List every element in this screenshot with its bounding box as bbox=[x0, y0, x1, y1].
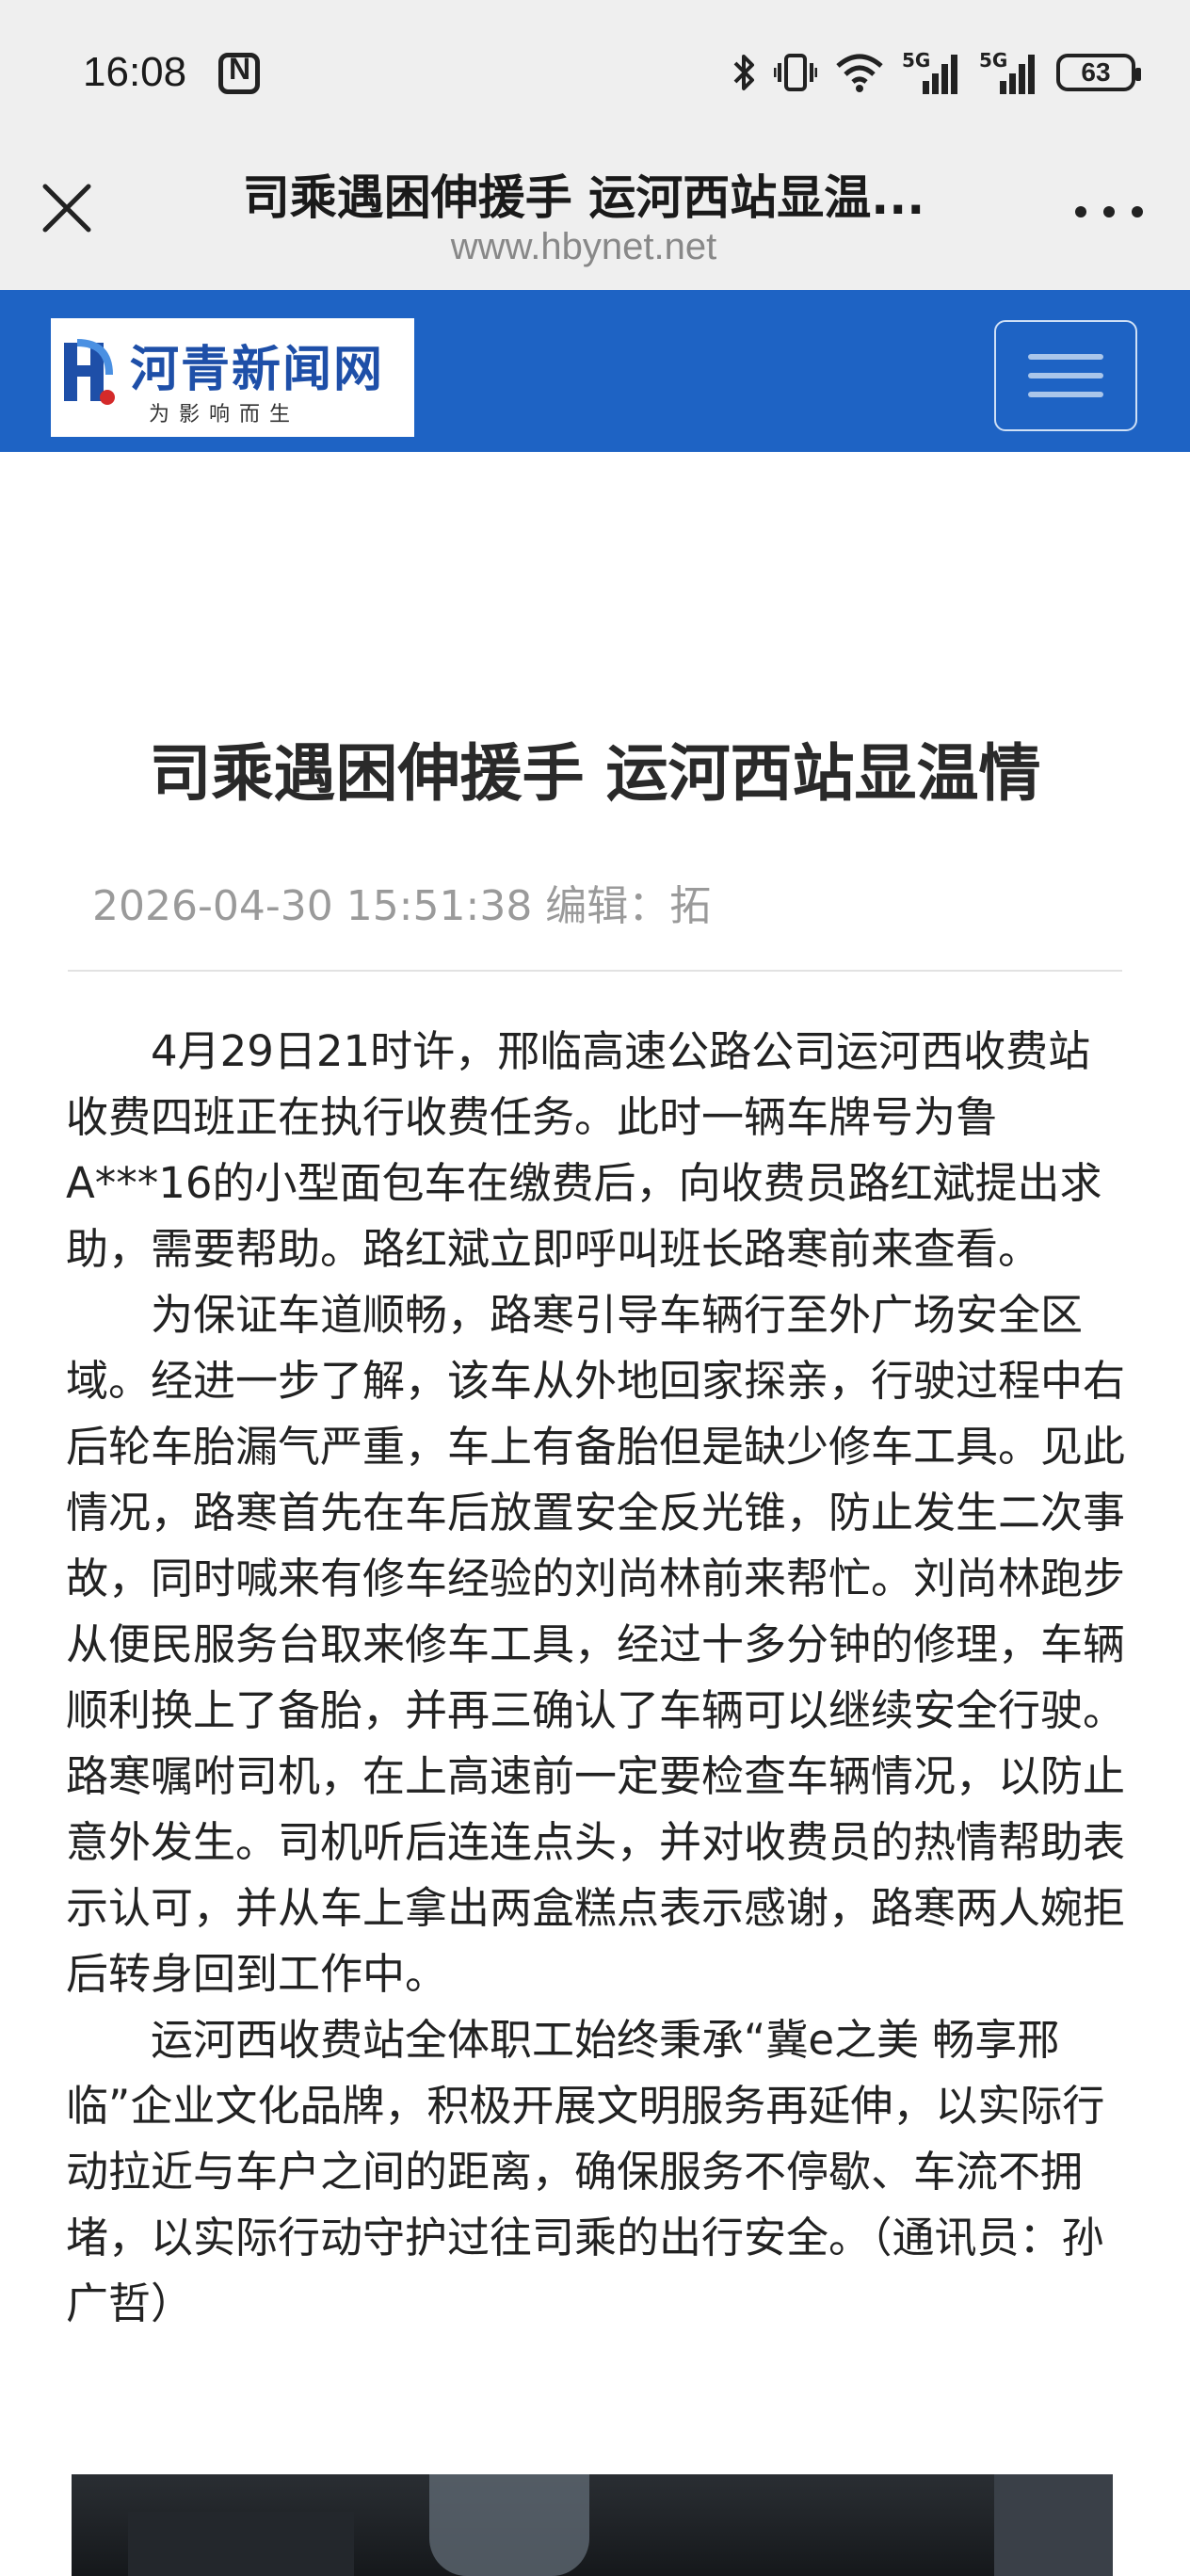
signal-icon-1: 5G bbox=[902, 49, 962, 96]
logo-slogan: 为影响而生 bbox=[149, 403, 300, 427]
status-time: 16:08 bbox=[83, 49, 187, 95]
browser-url[interactable]: www.hbynet.net bbox=[160, 226, 1007, 268]
article-paragraph: 运河西收费站全体职工始终秉承“冀e之美 畅享邢临”企业文化品牌，积极开展文明服务… bbox=[66, 2015, 1105, 2328]
logo-mark-icon bbox=[64, 339, 115, 405]
divider bbox=[68, 970, 1122, 972]
nfc-icon bbox=[218, 52, 260, 94]
article-paragraph: 4月29日21时许，邢临高速公路公司运河西收费站收费四班正在执行收费任务。此时一… bbox=[66, 1026, 1102, 1274]
close-button[interactable] bbox=[34, 175, 100, 241]
bluetooth-icon bbox=[732, 49, 757, 96]
battery-icon: 63 bbox=[1056, 54, 1141, 91]
vibrate-icon bbox=[774, 49, 817, 96]
article-title: 司乘遇困伸援手 运河西站显温情 bbox=[149, 737, 1041, 810]
article-meta: 2026-04-30 15:51:38 编辑：拓 bbox=[92, 882, 712, 930]
battery-level: 63 bbox=[1081, 57, 1111, 87]
more-button[interactable] bbox=[1075, 198, 1143, 226]
hamburger-menu-icon bbox=[1028, 354, 1103, 360]
browser-page-title: 司乘遇困伸援手 运河西站显温... bbox=[242, 170, 925, 225]
menu-button[interactable] bbox=[994, 320, 1137, 431]
status-icons: 5G 5G 63 bbox=[732, 49, 1141, 96]
more-icon bbox=[1075, 206, 1086, 217]
article-paragraph: 为保证车道顺畅，路寒引导车辆行至外广场安全区域。经进一步了解，该车从外地回家探亲… bbox=[66, 1290, 1126, 1999]
site-logo[interactable]: 河青新闻网 为影响而生 bbox=[51, 318, 414, 437]
wifi-icon bbox=[834, 49, 885, 96]
network-label-2: 5G bbox=[979, 49, 1008, 72]
site-header: 河青新闻网 为影响而生 bbox=[0, 290, 1190, 452]
network-label-1: 5G bbox=[902, 49, 931, 72]
article-body: 4月29日21时许，邢临高速公路公司运河西收费站收费四班正在执行收费任务。此时一… bbox=[66, 1019, 1130, 2337]
signal-icon-2: 5G bbox=[979, 49, 1039, 96]
status-bar: 16:08 5G 5G 63 bbox=[0, 0, 1190, 141]
close-icon bbox=[42, 184, 91, 233]
logo-name: 河青新闻网 bbox=[130, 342, 385, 398]
article-image[interactable] bbox=[72, 2474, 1113, 2576]
browser-toolbar: 司乘遇困伸援手 运河西站显温... www.hbynet.net bbox=[0, 141, 1190, 290]
